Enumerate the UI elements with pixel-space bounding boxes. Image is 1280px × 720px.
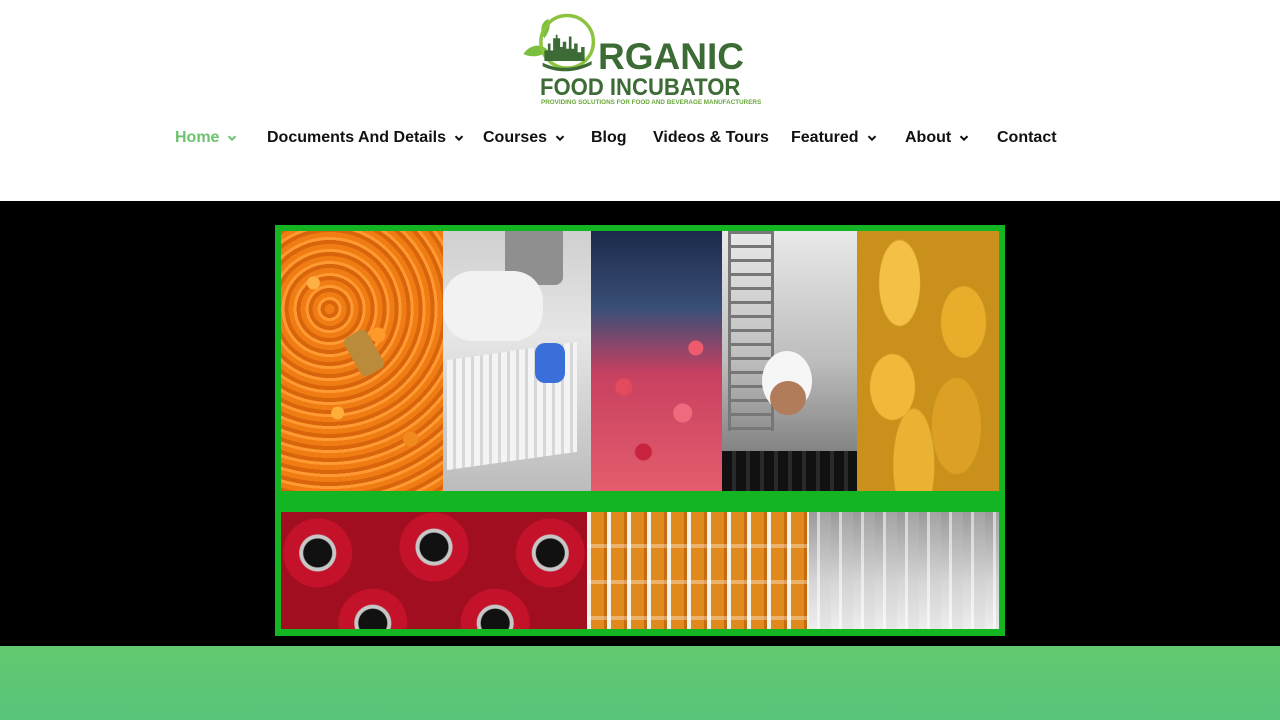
nav-item-documents-and-details[interactable]: Documents And Details [267,122,464,154]
steel-rack [728,231,774,431]
nav-item-label: Home [175,129,220,146]
site-logo[interactable]: RGANIC FOOD INCUBATOR PROVIDING SOLUTION… [516,12,766,110]
nav-item-contact[interactable]: Contact [997,122,1057,154]
collage-photo-bottling-line-child [722,231,857,491]
chevron-down-icon [555,133,565,143]
logo-wordmark-food-incubator: FOOD INCUBATOR [540,74,741,101]
site-header: RGANIC FOOD INCUBATOR PROVIDING SOLUTION… [0,0,1280,201]
green-section-band [0,646,1280,720]
nav-item-label: Videos & Tours [653,129,769,146]
nav-item-blog[interactable]: Blog [591,122,627,154]
worker-arm [443,271,543,341]
child-face [770,381,806,415]
chevron-down-icon [959,133,969,143]
chevron-down-icon [454,133,464,143]
nav-item-home[interactable]: Home [175,122,237,154]
nav-item-courses[interactable]: Courses [483,122,565,154]
sauce-bottle [341,327,387,379]
nav-item-label: Documents And Details [267,129,446,146]
collage-photo-yellow-peppers [857,231,999,491]
nav-item-label: Blog [591,129,627,146]
food-production-collage-image [275,225,1005,636]
nav-item-featured[interactable]: Featured [791,122,877,154]
black-bottles [722,451,857,491]
chevron-down-icon [227,133,237,143]
blue-glove [535,343,565,383]
leaf-skyline-emblem-icon [523,13,596,72]
nav-item-label: Courses [483,129,548,146]
nav-item-label: Contact [997,129,1057,146]
collage-photo-empty-glass-bottles [809,512,999,629]
nav-item-videos-and-tours[interactable]: Videos & Tours [653,122,769,154]
logo-tagline: PROVIDING SOLUTIONS FOR FOOD AND BEVERAG… [541,99,762,106]
nav-item-about[interactable]: About [905,122,969,154]
nav-item-label: Featured [791,129,859,146]
collage-photo-kitchen-worker [443,231,591,491]
chevron-down-icon [867,133,877,143]
nav-item-label: About [905,129,952,146]
hero-banner [0,201,1280,646]
logo-wordmark-organic: RGANIC [598,36,744,77]
main-navigation: Home Documents And Details Courses Blog … [0,122,1280,154]
collage-photo-orange-peppers [281,231,443,491]
collage-photo-red-jars [281,512,587,629]
collage-photo-orange-sauce-bottles [587,512,809,629]
collage-photo-washing-fruit [591,231,722,491]
